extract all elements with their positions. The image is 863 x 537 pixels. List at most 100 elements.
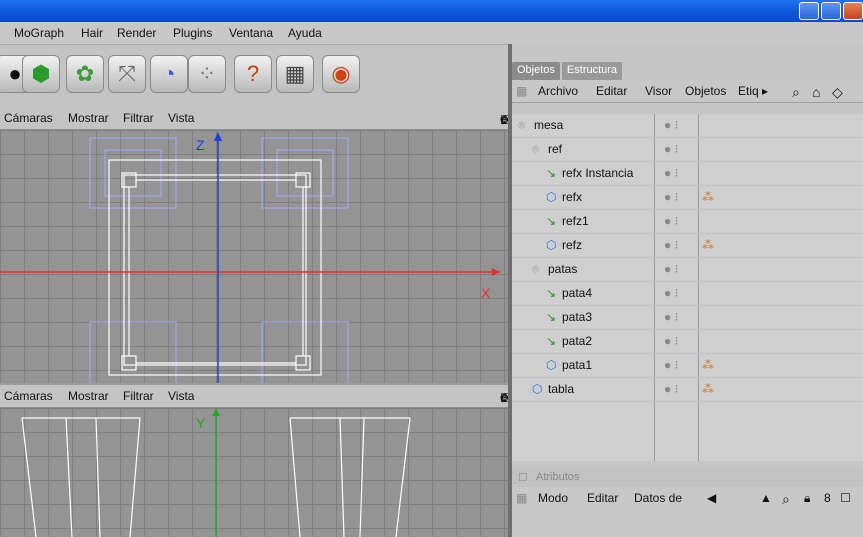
render-settings-icon[interactable]: ▦ <box>276 55 314 93</box>
main-toolbar: ● ⬢ ✿ ⤧ ◔ ⁘ ? ▦ ◉ <box>0 45 508 107</box>
search-icon[interactable]: ⌕ <box>792 84 800 101</box>
object-row[interactable]: ⬡ refz ● ⁝ ⁂ <box>512 234 863 258</box>
search-icon[interactable]: ⌕ <box>782 491 790 508</box>
visibility-dots-icon[interactable]: ● ⁝ <box>664 286 678 300</box>
object-name[interactable]: refx <box>562 190 582 204</box>
object-row[interactable]: ↘ pata2 ● ⁝ <box>512 330 863 354</box>
visibility-dots-icon[interactable]: ● ⁝ <box>664 382 678 396</box>
z-axis-label: Z <box>196 137 205 153</box>
om-menu-visor[interactable]: Visor <box>645 84 672 98</box>
material-tag-icon[interactable]: ⁂ <box>702 190 714 204</box>
object-row[interactable]: ⬡ refx ● ⁝ ⁂ <box>512 186 863 210</box>
vp-menu-mostrar[interactable]: Mostrar <box>68 111 109 125</box>
lock-icon[interactable]: 🔒︎ <box>804 491 810 506</box>
menu-plugins[interactable]: Plugins <box>173 26 212 40</box>
object-name[interactable]: mesa <box>534 118 563 132</box>
cube-primitive-icon[interactable]: ⬢ <box>22 55 60 93</box>
link-icon[interactable]: 8 <box>824 491 831 505</box>
vp-menu-filtrar[interactable]: Filtrar <box>123 111 154 125</box>
tab-objetos[interactable]: Objetos <box>512 62 560 80</box>
vp2-menu-mostrar[interactable]: Mostrar <box>68 389 109 403</box>
particles-icon[interactable]: ⁘ <box>188 55 226 93</box>
back-arrow-icon[interactable]: ◀ <box>707 491 716 505</box>
menu-mograph[interactable]: MoGraph <box>14 26 64 40</box>
nurbs-icon[interactable]: ✿ <box>66 55 104 93</box>
object-row[interactable]: ↘ refx Instancia ● ⁝ <box>512 162 863 186</box>
attr-menu-modo[interactable]: Modo <box>538 491 568 505</box>
render-view-icon[interactable]: ◉ <box>322 55 360 93</box>
tab-estructura[interactable]: Estructura <box>561 62 623 80</box>
object-manager-menubar: ▦ Archivo Editar Visor Objetos Etiq ▸ ⌕ … <box>512 80 863 103</box>
help-pointer-icon[interactable]: ? <box>234 55 272 93</box>
object-name[interactable]: pata4 <box>562 286 592 300</box>
spline-icon[interactable]: ◔ <box>150 55 188 93</box>
link-icon[interactable]: ◇ <box>832 84 843 101</box>
top-viewport[interactable]: Z X <box>0 130 508 383</box>
object-row[interactable]: ↘ refz1 ● ⁝ <box>512 210 863 234</box>
om-menu-objetos[interactable]: Objetos <box>685 84 726 98</box>
object-name[interactable]: refz1 <box>562 214 589 228</box>
top-view-wireframe: Z X <box>0 132 500 383</box>
vp-menu-vista[interactable]: Vista <box>168 111 194 125</box>
close-button[interactable] <box>843 2 863 20</box>
object-row[interactable]: ↘ pata4 ● ⁝ <box>512 282 863 306</box>
up-arrow-icon[interactable]: ▲ <box>760 491 772 505</box>
object-name[interactable]: refx Instancia <box>562 166 633 180</box>
om-menu-editar[interactable]: Editar <box>596 84 627 98</box>
minimize-button[interactable] <box>799 2 819 20</box>
vp2-menu-filtrar[interactable]: Filtrar <box>123 389 154 403</box>
object-name[interactable]: ref <box>548 142 562 156</box>
object-name[interactable]: pata1 <box>562 358 592 372</box>
visibility-dots-icon[interactable]: ● ⁝ <box>664 334 678 348</box>
attributes-icon: ☐ <box>518 472 528 484</box>
visibility-dots-icon[interactable]: ● ⁝ <box>664 262 678 276</box>
menu-render[interactable]: Render <box>117 26 156 40</box>
object-row[interactable]: ⌾ mesa ● ⁝ <box>512 114 863 138</box>
object-name[interactable]: pata2 <box>562 334 592 348</box>
object-row[interactable]: ⬡ tabla ● ⁝ ⁂ <box>512 378 863 402</box>
object-tree: ⌾ mesa ● ⁝ ⌾ ref ● ⁝ ↘ refx Instancia ● ⁝ ⬡ refx ● … <box>512 114 863 461</box>
front-viewport[interactable]: Y <box>0 408 508 537</box>
y-axis-label: Y <box>196 415 206 431</box>
visibility-dots-icon[interactable]: ● ⁝ <box>664 214 678 228</box>
visibility-dots-icon[interactable]: ● ⁝ <box>664 118 678 132</box>
material-tag-icon[interactable]: ⁂ <box>702 238 714 252</box>
om-menu-archivo[interactable]: Archivo <box>538 84 578 98</box>
object-row[interactable]: ⬡ pata1 ● ⁝ ⁂ <box>512 354 863 378</box>
menu-ayuda[interactable]: Ayuda <box>288 26 322 40</box>
home-icon[interactable]: ⌂ <box>812 84 820 100</box>
grip-icon: ▦ <box>516 84 528 98</box>
object-manager-tabs: Objetos Estructura <box>512 62 623 80</box>
expand-icon[interactable]: ☐ <box>840 491 851 505</box>
material-tag-icon[interactable]: ⁂ <box>702 382 714 396</box>
visibility-dots-icon[interactable]: ● ⁝ <box>664 238 678 252</box>
visibility-dots-icon[interactable]: ● ⁝ <box>664 310 678 324</box>
object-row[interactable]: ↘ pata3 ● ⁝ <box>512 306 863 330</box>
object-manager-panel: Objetos Estructura ▦ Archivo Editar Viso… <box>512 44 863 537</box>
menu-ventana[interactable]: Ventana <box>229 26 273 40</box>
om-menu-etiquetas[interactable]: Etiq ▸ <box>738 84 768 98</box>
object-name[interactable]: patas <box>548 262 577 276</box>
vp2-menu-camaras[interactable]: Cámaras <box>4 389 53 403</box>
visibility-dots-icon[interactable]: ● ⁝ <box>664 190 678 204</box>
vp2-menu-vista[interactable]: Vista <box>168 389 194 403</box>
visibility-dots-icon[interactable]: ● ⁝ <box>664 358 678 372</box>
object-name[interactable]: pata3 <box>562 310 592 324</box>
instance-icon: ↘ <box>546 214 557 228</box>
menu-hair[interactable]: Hair <box>81 26 103 40</box>
object-name[interactable]: refz <box>562 238 582 252</box>
visibility-dots-icon[interactable]: ● ⁝ <box>664 142 678 156</box>
attributes-title: Atributos <box>536 471 580 483</box>
material-tag-icon[interactable]: ⁂ <box>702 358 714 372</box>
object-row[interactable]: ⌾ patas ● ⁝ <box>512 258 863 282</box>
instance-icon: ↘ <box>546 166 557 180</box>
deformer-icon[interactable]: ⤧ <box>108 55 146 93</box>
maximize-button[interactable] <box>821 2 841 20</box>
front-view-wireframe: Y <box>21 408 411 537</box>
object-name[interactable]: tabla <box>548 382 574 396</box>
object-row[interactable]: ⌾ ref ● ⁝ <box>512 138 863 162</box>
attr-menu-editar[interactable]: Editar <box>587 491 618 505</box>
attr-menu-datos[interactable]: Datos de <box>634 491 682 505</box>
vp-menu-camaras[interactable]: Cámaras <box>4 111 53 125</box>
visibility-dots-icon[interactable]: ● ⁝ <box>664 166 678 180</box>
